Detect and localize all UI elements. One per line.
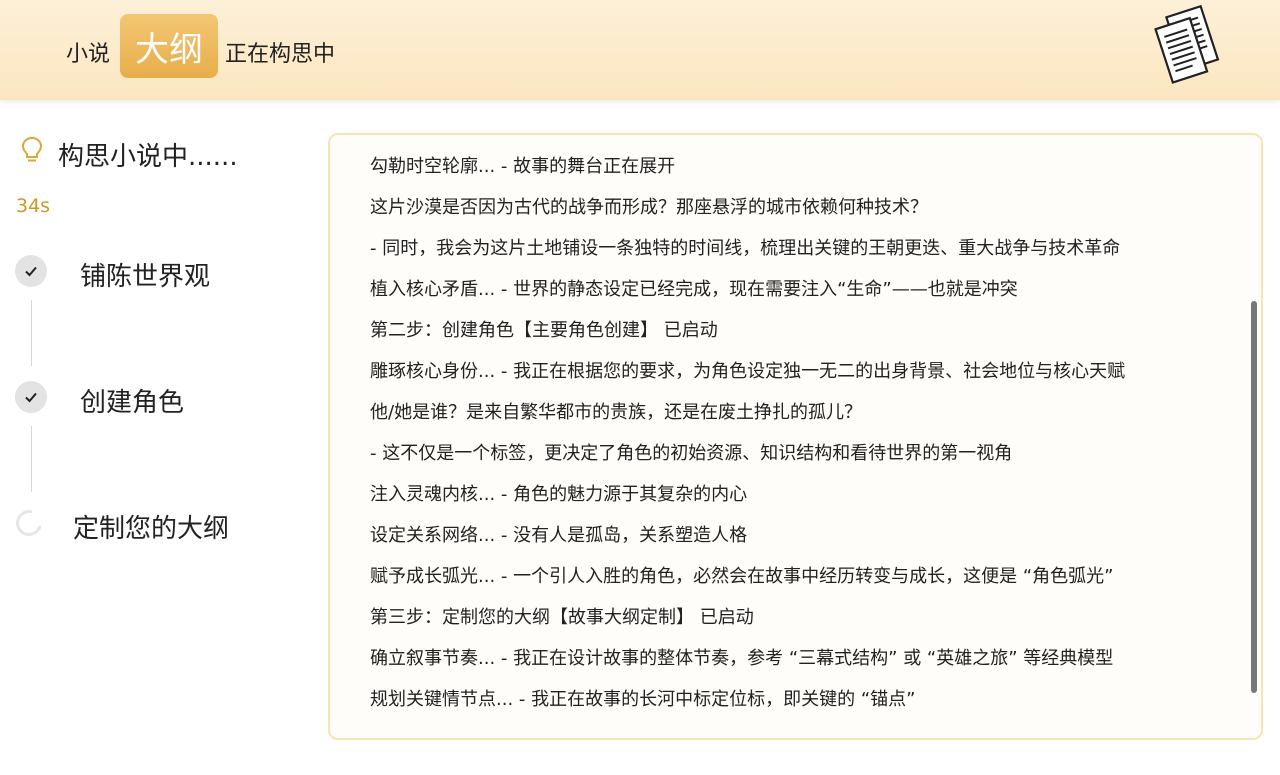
- log-line: 植入核心矛盾... - 世界的静态设定已经完成，现在需要注入“生命”——也就是冲…: [370, 279, 1018, 300]
- log-line: 勾勒时空轮廓... - 故事的舞台正在展开: [370, 156, 676, 177]
- step-characters-label: 创建角色: [80, 388, 185, 418]
- log-line: 注入灵魂内核... - 角色的魅力源于其复杂的内心: [370, 484, 748, 505]
- progress-log-panel[interactable]: 勾勒时空轮廓... - 故事的舞台正在展开这片沙漠是否因为古代的战争而形成？那座…: [328, 133, 1263, 740]
- progress-sidebar: 构思小说中...... 34s 铺陈世界观 创建角色 定制您的大纲: [0, 100, 320, 775]
- lightbulb-icon: [21, 136, 43, 162]
- log-line: 第二步：创建角色【主要角色创建】 已启动: [370, 320, 718, 341]
- check-icon: [15, 381, 47, 413]
- header-outline-badge: 大纲: [120, 14, 218, 78]
- log-line: 规划关键情节点... - 我正在故事的长河中标定位标，即关键的 “锚点”: [370, 689, 916, 710]
- step-connector: [31, 426, 32, 492]
- header-novel-label: 小说: [66, 42, 111, 67]
- scrollbar[interactable]: [1251, 149, 1257, 729]
- log-line: - 同时，我会为这片土地铺设一条独特的时间线，梳理出关键的王朝更迭、重大战争与技…: [370, 238, 1121, 259]
- log-line: 这片沙漠是否因为古代的战争而形成？那座悬浮的城市依赖何种技术？: [370, 197, 928, 218]
- header-bar: 小说 大纲 正在构思中: [0, 0, 1280, 100]
- log-line: - 这不仅是一个标签，更决定了角色的初始资源、知识结构和看待世界的第一视角: [370, 443, 1013, 464]
- log-line: 设定关系网络... - 没有人是孤岛，关系塑造人格: [370, 525, 748, 546]
- log-line: 赋予成长弧光... - 一个引人入胜的角色，必然会在故事中经历转变与成长，这便是…: [370, 566, 1114, 587]
- log-line: 确立叙事节奏... - 我正在设计故事的整体节奏，参考 “三幕式结构” 或 “英…: [370, 648, 1114, 669]
- step-connector: [31, 300, 32, 366]
- loading-spinner-icon: [11, 505, 47, 541]
- log-line: 他/她是谁？是来自繁华都市的贵族，还是在废土挣扎的孤儿？: [370, 402, 863, 423]
- step-outline-label: 定制您的大纲: [73, 514, 230, 544]
- step-worldview-label: 铺陈世界观: [80, 262, 211, 292]
- log-lines: 勾勒时空轮廓... - 故事的舞台正在展开这片沙漠是否因为古代的战争而形成？那座…: [370, 153, 1231, 727]
- log-line: 雕琢核心身份... - 我正在根据您的要求，为角色设定独一无二的出身背景、社会地…: [370, 361, 1126, 382]
- header-status-text: 正在构思中: [225, 42, 336, 67]
- check-icon: [15, 255, 47, 287]
- documents-icon: [1154, 4, 1220, 84]
- sidebar-title: 构思小说中......: [58, 142, 238, 172]
- elapsed-timer: 34s: [16, 195, 51, 217]
- scrollbar-thumb[interactable]: [1251, 301, 1257, 693]
- log-line: 第三步：定制您的大纲【故事大纲定制】 已启动: [370, 607, 754, 628]
